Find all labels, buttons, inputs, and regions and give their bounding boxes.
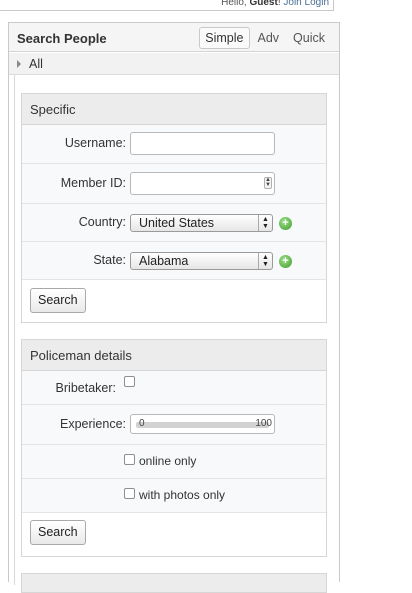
add-state-icon[interactable]: + bbox=[279, 255, 292, 268]
all-label: All bbox=[29, 57, 43, 71]
with-photos-checkbox[interactable] bbox=[124, 488, 135, 499]
login-link[interactable]: Login bbox=[305, 0, 329, 8]
search-people-panel: Search People Simple Adv Quick All Speci… bbox=[8, 22, 340, 593]
experience-label: Experience: bbox=[59, 417, 126, 431]
state-select[interactable]: Alabama ▲ ▼ bbox=[130, 252, 273, 270]
stepper-arrows-icon[interactable]: ▲ ▼ bbox=[264, 177, 272, 189]
online-only-row: online only bbox=[22, 445, 326, 479]
bribetaker-label: Bribetaker: bbox=[55, 381, 116, 395]
online-only-checkbox[interactable] bbox=[124, 454, 135, 465]
select-arrows-icon: ▲ ▼ bbox=[258, 215, 272, 231]
add-country-icon[interactable]: + bbox=[279, 217, 292, 230]
specific-section: Specific Username: Member ID: ▲ ▼ Country… bbox=[21, 93, 327, 323]
next-section-header bbox=[21, 573, 327, 593]
policeman-header: Policeman details bbox=[22, 340, 326, 371]
country-value: United States bbox=[139, 216, 215, 230]
policeman-title: Policeman details bbox=[30, 348, 132, 363]
select-arrows-icon: ▲ ▼ bbox=[258, 253, 272, 269]
specific-header: Specific bbox=[22, 94, 326, 125]
tab-adv[interactable]: Adv bbox=[252, 27, 286, 49]
specific-actions-row: Search bbox=[22, 280, 326, 322]
specific-title: Specific bbox=[30, 102, 76, 117]
member-id-input[interactable] bbox=[130, 172, 275, 195]
country-label: Country: bbox=[78, 215, 126, 229]
online-only-label: online only bbox=[139, 454, 197, 468]
bribetaker-row: Bribetaker: bbox=[22, 371, 326, 405]
experience-max: 100 bbox=[255, 418, 272, 429]
username-input[interactable] bbox=[130, 132, 275, 155]
policeman-actions-row: Search bbox=[22, 513, 326, 555]
policeman-search-button[interactable]: Search bbox=[30, 520, 86, 545]
state-label: State: bbox=[93, 253, 126, 267]
tab-simple[interactable]: Simple bbox=[199, 27, 250, 49]
panel-title: Search People bbox=[17, 31, 107, 46]
member-id-label: Member ID: bbox=[60, 176, 126, 190]
username-row: Username: bbox=[22, 125, 326, 164]
slider-track bbox=[136, 422, 269, 428]
state-value: Alabama bbox=[139, 254, 189, 268]
experience-range-slider[interactable]: 0 100 bbox=[130, 414, 275, 434]
join-link[interactable]: Join bbox=[283, 0, 301, 8]
with-photos-row: with photos only bbox=[22, 479, 326, 513]
state-row: State: Alabama ▲ ▼ + bbox=[22, 242, 326, 280]
search-mode-tabs: Simple Adv Quick bbox=[199, 27, 331, 49]
expand-triangle-icon bbox=[17, 60, 21, 68]
experience-row: Experience: 0 100 bbox=[22, 405, 326, 445]
panel-body: Specific Username: Member ID: ▲ ▼ Country… bbox=[14, 75, 339, 593]
guest-name: Guest bbox=[249, 0, 278, 8]
member-id-stepper[interactable]: ▲ ▼ bbox=[130, 172, 275, 195]
bribetaker-checkbox[interactable] bbox=[124, 376, 135, 387]
all-toggle[interactable]: All bbox=[9, 53, 339, 75]
policeman-section: Policeman details Bribetaker: Experience… bbox=[21, 339, 327, 557]
country-select[interactable]: United States ▲ ▼ bbox=[130, 214, 273, 232]
greeting-text: Hello, Guest! Join Login bbox=[221, 0, 329, 8]
specific-search-button[interactable]: Search bbox=[30, 288, 86, 313]
with-photos-label: with photos only bbox=[139, 488, 226, 502]
username-label: Username: bbox=[64, 136, 126, 150]
experience-min: 0 bbox=[139, 418, 145, 429]
top-user-bar: Hello, Guest! Join Login bbox=[0, 0, 334, 11]
panel-header: Search People Simple Adv Quick bbox=[9, 23, 339, 52]
member-id-row: Member ID: ▲ ▼ bbox=[22, 164, 326, 204]
tab-quick[interactable]: Quick bbox=[287, 27, 331, 49]
country-row: Country: United States ▲ ▼ + bbox=[22, 204, 326, 242]
